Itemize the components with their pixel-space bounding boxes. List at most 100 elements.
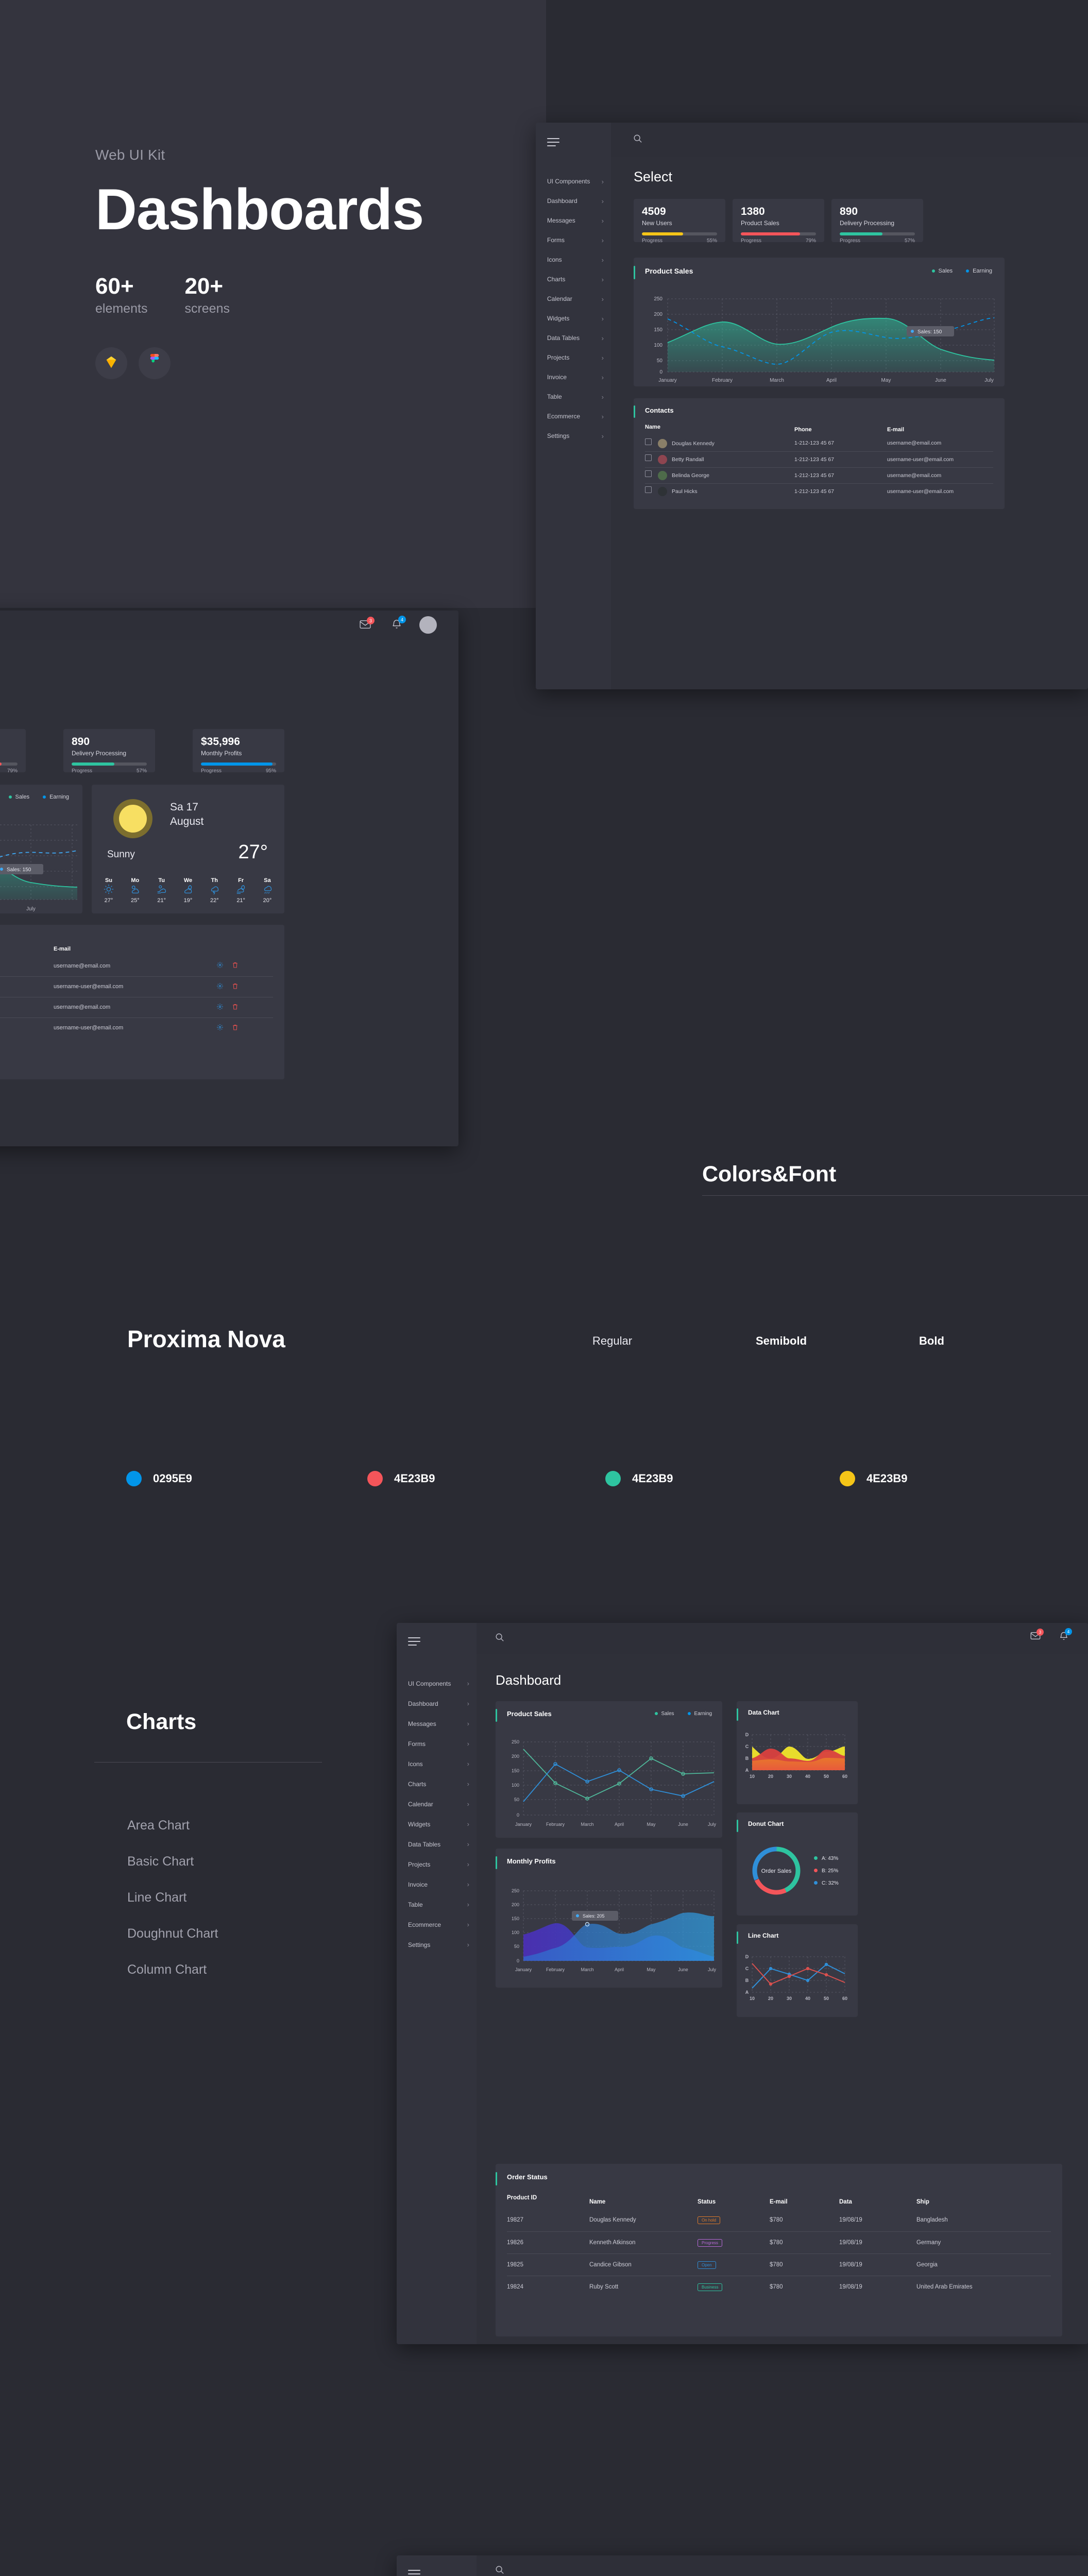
sidebar-item-messages[interactable]: Messages › (547, 211, 604, 230)
svg-text:A: A (745, 1990, 749, 1995)
progress-percent: 57% (904, 238, 915, 244)
charts-list-item-line[interactable]: Line Chart (127, 1879, 218, 1916)
table-row[interactable]: Belinda George1-212-123 45 67username@em… (0, 996, 273, 1018)
trash-icon[interactable] (232, 983, 239, 991)
table-row[interactable]: Paul Hicks1-212-123 45 67username-user@e… (0, 1017, 273, 1038)
stat-card-monthly-profits[interactable]: $35,996 Monthly Profits Progress 95% (193, 729, 284, 774)
sidebar-item-ui-components[interactable]: UI Components › (408, 1673, 469, 1693)
sidebar-item-dashboard[interactable]: Dashboard › (408, 1693, 469, 1714)
figma-app-button[interactable] (139, 347, 171, 380)
sidebar-item-forms[interactable]: Forms › (547, 230, 604, 250)
sidebar-item-forms[interactable]: Forms › (408, 1734, 469, 1754)
svg-text:Sales: 150: Sales: 150 (917, 329, 942, 335)
sidebar-item-ui-components[interactable]: UI Components › (547, 172, 604, 191)
table-row[interactable]: Douglas Kennedy1-212-123 45 67username@e… (645, 435, 993, 451)
sidebar-item-data-tables[interactable]: Data Tables › (408, 1834, 469, 1854)
table-row[interactable]: Douglas Kennedy1-212-123 45 67username@e… (0, 956, 273, 976)
search-icon[interactable] (495, 2565, 504, 2576)
gear-icon[interactable] (216, 1003, 224, 1012)
sidebar-item-widgets[interactable]: Widgets › (547, 309, 604, 328)
sidebar-item-settings[interactable]: Settings › (408, 1935, 469, 1955)
cell-email: username@email.com (54, 996, 216, 1018)
table-row[interactable]: 19826 Kenneth Atkinson Progress $780 19/… (507, 2231, 1051, 2253)
gear-icon[interactable] (216, 1024, 224, 1032)
mail-icon[interactable]: 3 (360, 617, 375, 632)
svg-text:March: March (581, 1822, 593, 1827)
sidebar-item-table[interactable]: Table › (408, 1894, 469, 1914)
font-weight-semibold: Semibold (756, 1334, 807, 1347)
sidebar-item-charts[interactable]: Charts › (408, 1774, 469, 1794)
row-checkbox[interactable] (645, 486, 652, 494)
sidebar-item-data-tables[interactable]: Data Tables › (547, 328, 604, 348)
charts-list-item-basic[interactable]: Basic Chart (127, 1843, 218, 1879)
card-title: Donut Chart (748, 1820, 784, 1827)
trash-icon[interactable] (232, 1024, 239, 1032)
sidebar-item-dashboard[interactable]: Dashboard › (547, 191, 604, 211)
sketch-app-button[interactable] (95, 347, 127, 380)
table-row[interactable]: Betty Randall1-212-123 45 67username-use… (645, 451, 993, 467)
hamburger-menu-icon[interactable] (408, 2570, 420, 2576)
swatch-color-dot (840, 1471, 855, 1486)
stat-card-product-sales[interactable]: 1380 Product Sales Progress79% (0, 729, 26, 774)
chevron-right-icon: › (601, 177, 604, 185)
sidebar-item-ecommerce[interactable]: Ecommerce › (408, 1914, 469, 1935)
table-row[interactable]: Paul Hicks1-212-123 45 67username-user@e… (645, 483, 993, 499)
row-checkbox[interactable] (645, 438, 652, 445)
hero-stat: 60+ elements (95, 274, 147, 316)
sidebar-item-table[interactable]: Table › (547, 387, 604, 406)
sidebar-item-messages[interactable]: Messages › (408, 1714, 469, 1734)
weather-month: August (170, 816, 204, 828)
avatar[interactable] (419, 616, 437, 634)
sidebar-item-invoice[interactable]: Invoice › (547, 367, 604, 387)
gear-icon[interactable] (216, 962, 224, 970)
sidebar-item-label: Charts (547, 276, 566, 283)
chevron-right-icon: › (601, 353, 604, 362)
progress-percent: 95% (265, 768, 276, 774)
table-row[interactable]: Betty Randall1-212-123 45 67username-use… (0, 976, 273, 997)
stat-card-new-users[interactable]: 4509 New Users Progress 55% (634, 199, 725, 244)
svg-text:30: 30 (787, 1774, 792, 1779)
cell-name: Ruby Scott (589, 2275, 698, 2298)
chevron-right-icon: › (467, 1740, 469, 1748)
sidebar-item-invoice[interactable]: Invoice › (408, 1874, 469, 1894)
search-icon[interactable] (633, 134, 642, 146)
svg-text:May: May (647, 1822, 656, 1827)
stat-card-delivery-processing[interactable]: 890 Delivery Processing Progress 57% (63, 729, 155, 774)
sidebar-item-calendar[interactable]: Calendar › (408, 1794, 469, 1814)
sidebar-item-label: Messages (408, 1720, 436, 1727)
hamburger-menu-icon[interactable] (547, 138, 559, 146)
table-row[interactable]: Belinda George1-212-123 45 67username@em… (645, 467, 993, 483)
cell-name: Kenneth Atkinson (589, 2231, 698, 2253)
sidebar-item-settings[interactable]: Settings › (547, 426, 604, 446)
sidebar-item-widgets[interactable]: Widgets › (408, 1814, 469, 1834)
sidebar-item-icons[interactable]: Icons › (547, 250, 604, 269)
trash-icon[interactable] (232, 962, 239, 970)
hamburger-menu-icon[interactable] (408, 1637, 420, 1646)
trash-icon[interactable] (232, 1004, 239, 1012)
sidebar-item-ecommerce[interactable]: Ecommerce › (547, 406, 604, 426)
cell-phone: 1-212-123 45 67 (794, 467, 887, 483)
table-row[interactable]: 19825 Candice Gibson Open $780 19/08/19 … (507, 2253, 1051, 2276)
charts-list-item-doughnut[interactable]: Doughnut Chart (127, 1916, 218, 1952)
charts-list-item-column[interactable]: Column Chart (127, 1952, 218, 1988)
sidebar-item-projects[interactable]: Projects › (547, 348, 604, 367)
table-row[interactable]: 19827 Douglas Kennedy On hold $780 19/08… (507, 2209, 1051, 2231)
stat-card-delivery-processing[interactable]: 890 Delivery Processing Progress 57% (831, 199, 923, 244)
stat-card-product-sales[interactable]: 1380 Product Sales Progress79% (733, 199, 824, 244)
avatar (658, 487, 667, 497)
bell-icon[interactable]: 4 (392, 616, 406, 632)
search-icon[interactable] (495, 1633, 504, 1645)
charts-list-item-area[interactable]: Area Chart (127, 1807, 218, 1843)
bell-icon[interactable]: 4 (1059, 1628, 1072, 1643)
sidebar-item-projects[interactable]: Projects › (408, 1854, 469, 1874)
svg-text:July: July (984, 378, 994, 383)
cell-data: 19/08/19 (839, 2275, 916, 2298)
sidebar-item-calendar[interactable]: Calendar › (547, 289, 604, 309)
sidebar-item-charts[interactable]: Charts › (547, 269, 604, 289)
table-row[interactable]: 19824 Ruby Scott Business $780 19/08/19 … (507, 2275, 1051, 2298)
row-checkbox[interactable] (645, 454, 652, 461)
row-checkbox[interactable] (645, 470, 652, 477)
sidebar-item-icons[interactable]: Icons › (408, 1754, 469, 1774)
gear-icon[interactable] (216, 982, 224, 991)
mail-icon[interactable]: 3 (1030, 1629, 1044, 1642)
